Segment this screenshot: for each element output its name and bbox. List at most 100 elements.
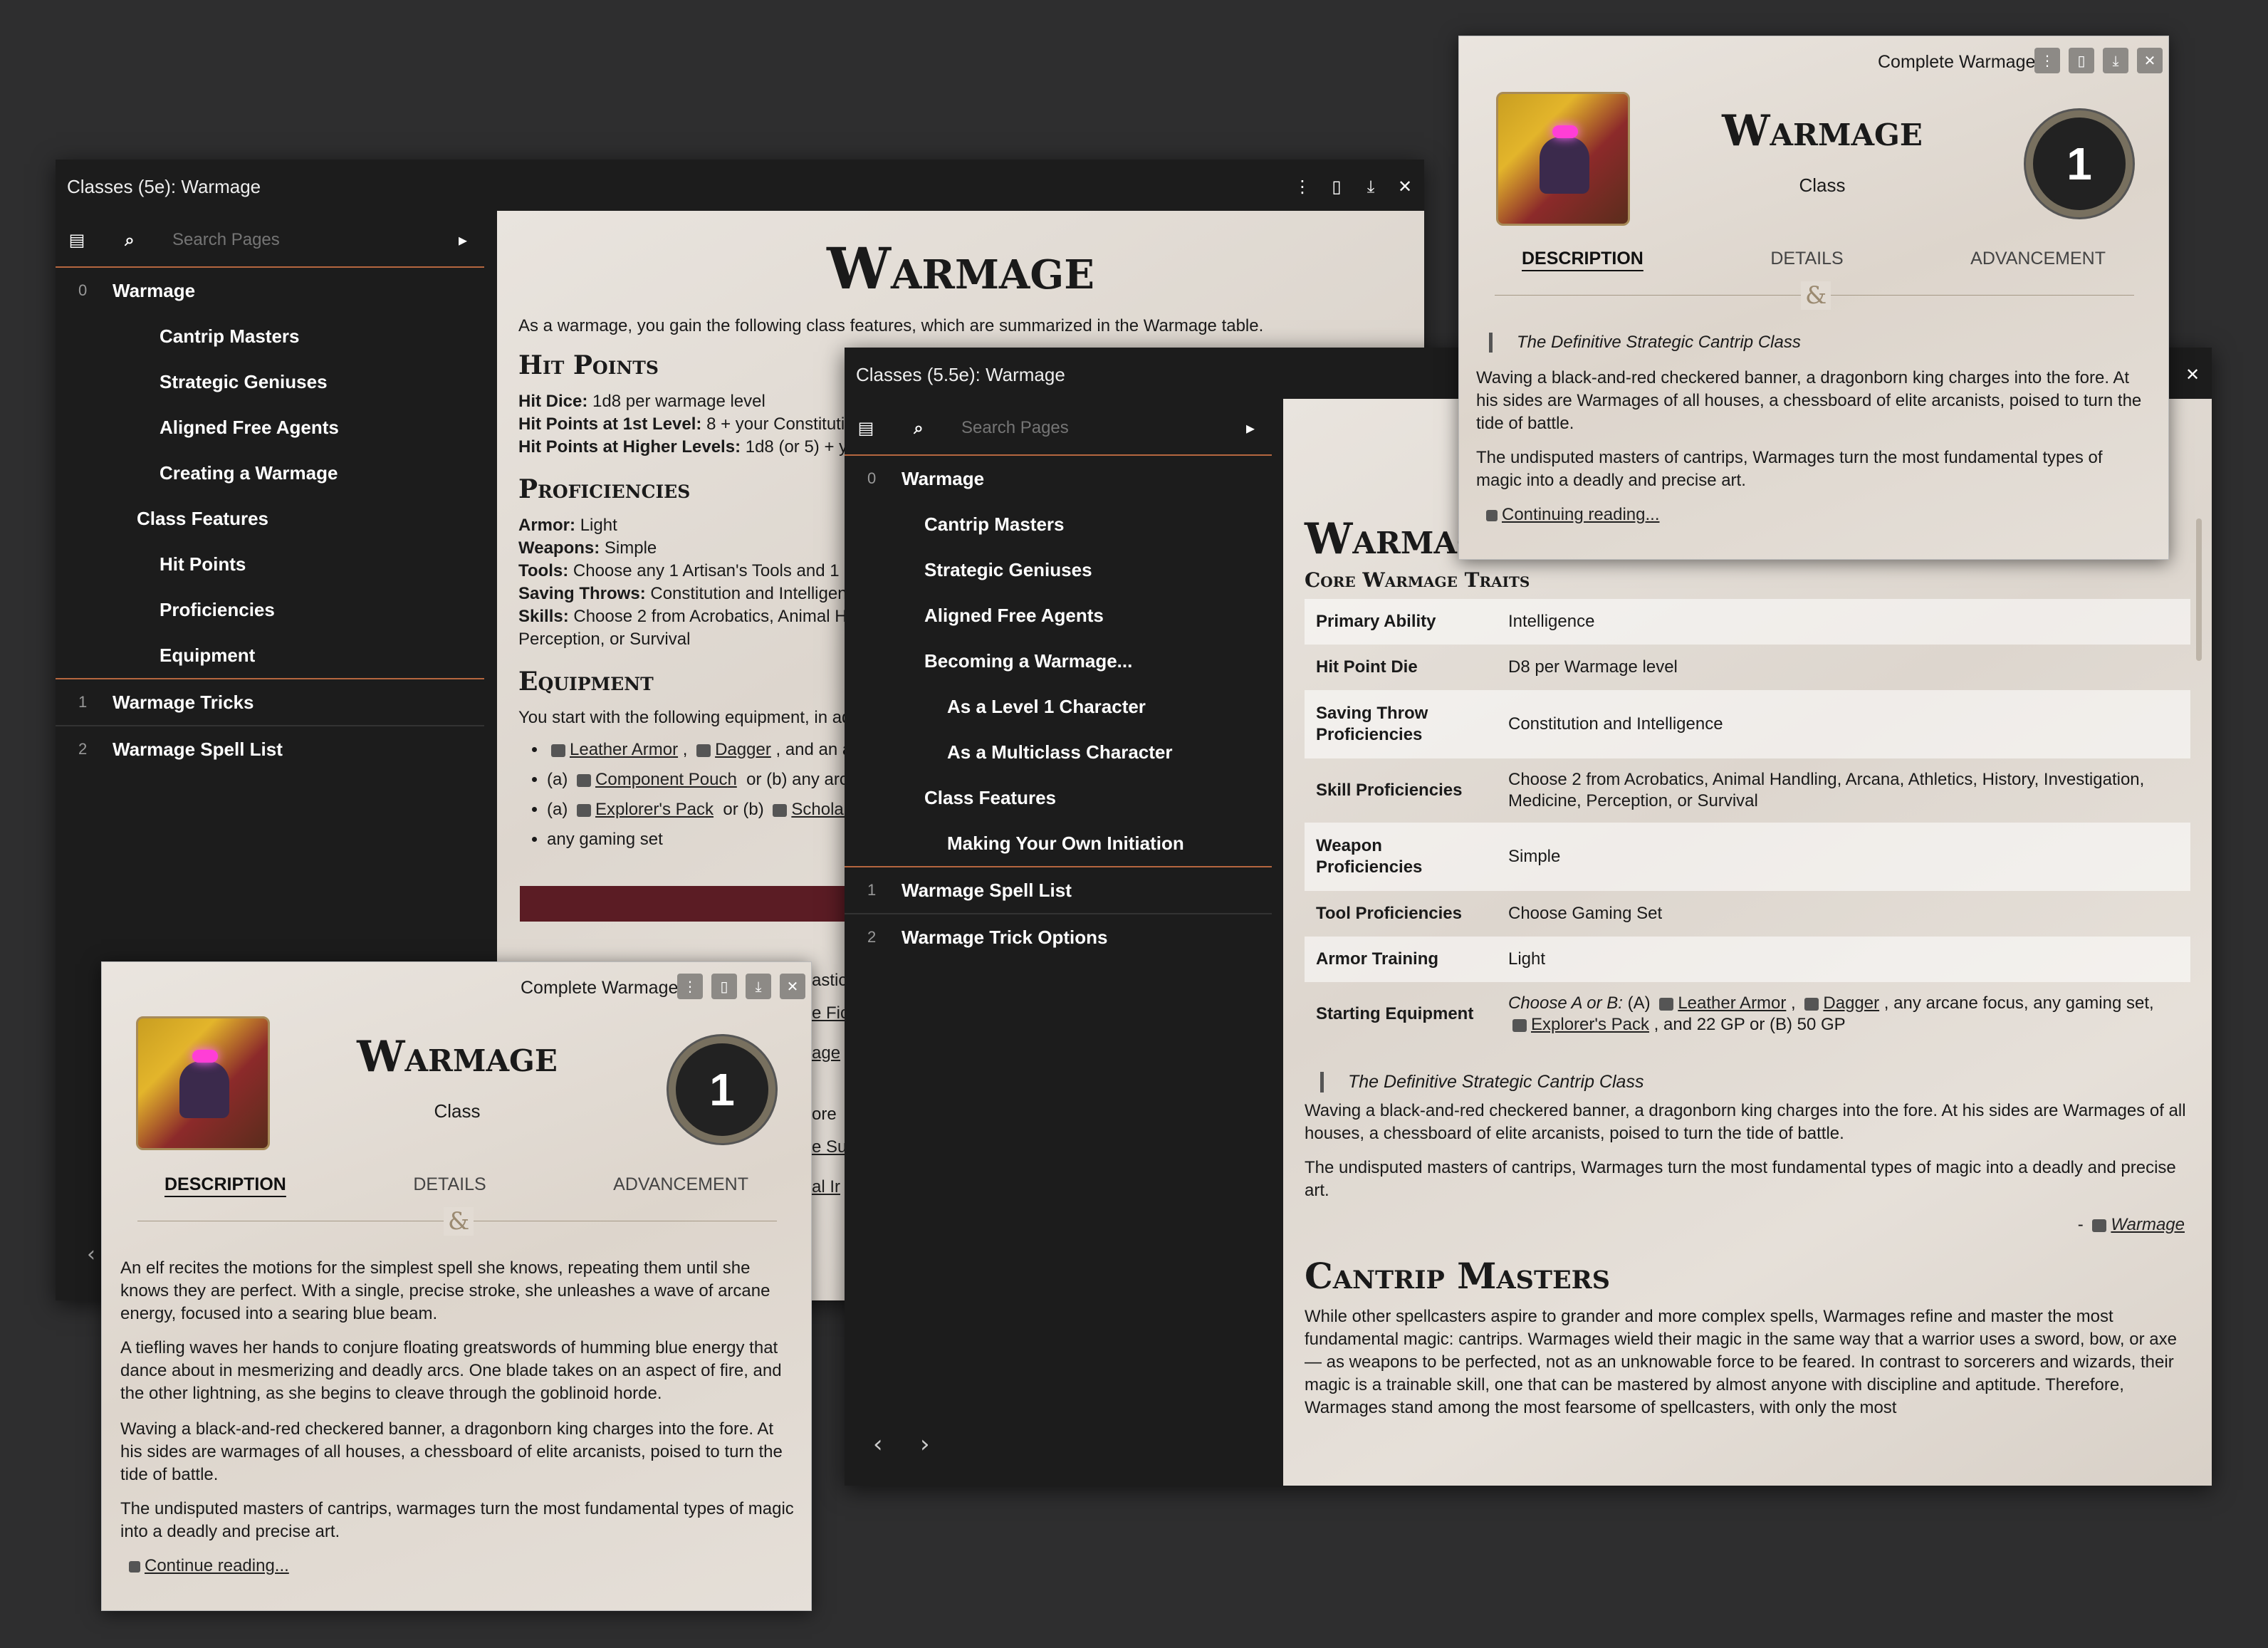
link-text[interactable]: Continue reading... bbox=[145, 1556, 289, 1575]
quote-title: The Definitive Strategic Cantrip Class bbox=[1320, 1072, 2190, 1092]
book-icon[interactable]: ▯ bbox=[2069, 48, 2094, 73]
tab-details[interactable]: DETAILS bbox=[1770, 249, 1843, 269]
nav-item-as-multiclass[interactable]: As a Multiclass Character bbox=[845, 729, 1272, 775]
link-text[interactable]: Continuing reading... bbox=[1502, 505, 1659, 524]
fragment: astic bbox=[812, 971, 847, 990]
nav-label: Aligned Free Agents bbox=[160, 416, 339, 438]
nav-label: As a Multiclass Character bbox=[947, 741, 1173, 763]
download-icon[interactable]: ⤓ bbox=[1363, 177, 1379, 197]
close-icon[interactable]: ✕ bbox=[1397, 177, 1413, 197]
expand-icon[interactable]: ▸ bbox=[453, 230, 473, 250]
close-icon[interactable]: ✕ bbox=[2185, 365, 2200, 385]
nav-item-warmage-tricks[interactable]: 1 Warmage Tricks bbox=[56, 679, 484, 725]
popup-paragraph: An elf recites the motions for the simpl… bbox=[120, 1258, 770, 1323]
quote-title: The Definitive Strategic Cantrip Class bbox=[1489, 333, 1801, 353]
link-explorers-pack[interactable]: Explorer's Pack bbox=[1531, 1015, 1649, 1034]
sidebar-toolbar: ▤ ⌕ ▸ bbox=[845, 402, 1272, 456]
search-input[interactable] bbox=[172, 224, 453, 256]
popup-warmage-top: Complete Warmage ⋮ ▯ ⤓ ✕ Warmage Class 1… bbox=[1458, 36, 2169, 560]
nav-label: Strategic Geniuses bbox=[160, 370, 328, 392]
nav-item-cantrip-masters[interactable]: Cantrip Masters bbox=[845, 501, 1272, 547]
sidebar-toggle-icon[interactable]: ▤ bbox=[67, 230, 87, 250]
search-input[interactable] bbox=[961, 412, 1240, 444]
nav-label: As a Level 1 Character bbox=[947, 695, 1146, 717]
trait-value: Choose A or B: (A) Leather Armor , Dagge… bbox=[1508, 994, 2154, 1034]
link-dagger[interactable]: Dagger bbox=[1823, 994, 1879, 1013]
nav-item-cantrip-masters[interactable]: Cantrip Masters bbox=[56, 313, 484, 359]
nav-item-becoming-a-warmage[interactable]: Becoming a Warmage... bbox=[845, 638, 1272, 684]
nav-item-warmage[interactable]: 0 Warmage bbox=[56, 268, 484, 313]
nav-item-equipment[interactable]: Equipment bbox=[56, 632, 484, 678]
link-dagger[interactable]: Dagger bbox=[715, 740, 771, 759]
tab-advancement[interactable]: ADVANCEMENT bbox=[1970, 249, 2106, 269]
nav-item-proficiencies[interactable]: Proficiencies bbox=[56, 587, 484, 632]
nav-item-hit-points[interactable]: Hit Points bbox=[56, 541, 484, 587]
link-explorers-pack[interactable]: Explorer's Pack bbox=[595, 800, 714, 819]
sidebar-toggle-icon[interactable]: ▤ bbox=[856, 418, 876, 438]
popup-paragraph: The undisputed masters of cantrips, warm… bbox=[120, 1499, 794, 1541]
nav-item-warmage-spell-list[interactable]: 2 Warmage Spell List bbox=[56, 726, 484, 772]
tab-details[interactable]: DETAILS bbox=[413, 1174, 486, 1195]
close-icon[interactable]: ✕ bbox=[780, 974, 805, 999]
nav-item-as-level-1[interactable]: As a Level 1 Character bbox=[845, 684, 1272, 729]
nav-item-creating-a-warmage[interactable]: Creating a Warmage bbox=[56, 450, 484, 496]
trait-key: Skill Proficiencies bbox=[1316, 781, 1463, 800]
kebab-menu-icon[interactable]: ⋮ bbox=[1294, 177, 1311, 197]
nav-item-warmage-trick-options[interactable]: 2 Warmage Trick Options bbox=[845, 914, 1272, 960]
link-component-pouch[interactable]: Component Pouch bbox=[595, 770, 737, 789]
tab-description[interactable]: DESCRIPTION bbox=[1522, 249, 1643, 269]
continue-reading-link[interactable]: Continue reading... bbox=[125, 1555, 289, 1577]
nav-label: Warmage Spell List bbox=[113, 738, 283, 760]
download-icon[interactable]: ⤓ bbox=[2103, 48, 2128, 73]
tab-advancement[interactable]: ADVANCEMENT bbox=[613, 1174, 748, 1195]
fragment[interactable]: e Su bbox=[812, 1131, 849, 1164]
nav-item-class-features[interactable]: Class Features bbox=[845, 775, 1272, 820]
next-page-icon[interactable]: › bbox=[920, 1430, 930, 1459]
link-leather-armor[interactable]: Leather Armor bbox=[570, 740, 678, 759]
ampersand-divider: & bbox=[137, 1207, 777, 1236]
expand-icon[interactable]: ▸ bbox=[1240, 418, 1260, 438]
nav-label: Making Your Own Initiation bbox=[947, 832, 1184, 854]
intro-text: As a warmage, you gain the following cla… bbox=[518, 316, 1264, 335]
scrollbar[interactable] bbox=[2196, 518, 2202, 661]
nav-item-warmage[interactable]: 0 Warmage bbox=[845, 456, 1272, 501]
book-icon[interactable]: ▯ bbox=[711, 974, 737, 999]
search-icon[interactable]: ⌕ bbox=[120, 230, 140, 250]
page-content: Warmage Core Warmage Traits Primary Abil… bbox=[1283, 399, 2212, 1486]
tab-description[interactable]: DESCRIPTION bbox=[164, 1174, 286, 1195]
prev-page-icon[interactable]: ‹ bbox=[87, 1242, 95, 1267]
link-warmage[interactable]: Warmage bbox=[2111, 1215, 2185, 1234]
nav-label: Warmage Spell List bbox=[902, 879, 1072, 901]
nav-item-strategic-geniuses[interactable]: Strategic Geniuses bbox=[845, 547, 1272, 593]
link-leather-armor[interactable]: Leather Armor bbox=[1678, 994, 1786, 1013]
nav-item-making-your-own-initiation[interactable]: Making Your Own Initiation bbox=[845, 820, 1272, 866]
field-text: (A) bbox=[1627, 994, 1651, 1013]
download-icon[interactable]: ⤓ bbox=[746, 974, 771, 999]
continue-reading-link[interactable]: Continuing reading... bbox=[1482, 504, 1659, 526]
traits-table: Primary Ability Intelligence Hit Point Di… bbox=[1305, 599, 2190, 1046]
sidebar: ▤ ⌕ ▸ 0 Warmage Cantrip Masters Strategic… bbox=[845, 402, 1272, 960]
field-label: Hit Points at 1st Level: bbox=[518, 414, 702, 434]
fragment[interactable]: al Ir bbox=[812, 1171, 849, 1204]
search-icon[interactable]: ⌕ bbox=[909, 418, 929, 438]
fragment[interactable]: e Fic bbox=[812, 997, 849, 1030]
kebab-menu-icon[interactable]: ⋮ bbox=[677, 974, 703, 999]
nav-list: 0 Warmage Cantrip Masters Strategic Geniu… bbox=[845, 456, 1272, 866]
fragment: ore bbox=[812, 1105, 837, 1124]
prev-page-icon[interactable]: ‹ bbox=[873, 1430, 883, 1459]
nav-label: Equipment bbox=[160, 644, 256, 666]
trait-value: Choose Gaming Set bbox=[1508, 904, 1663, 923]
close-icon[interactable]: ✕ bbox=[2137, 48, 2163, 73]
nav-item-class-features[interactable]: Class Features bbox=[56, 496, 484, 541]
nav-item-aligned-free-agents[interactable]: Aligned Free Agents bbox=[845, 593, 1272, 638]
kebab-menu-icon[interactable]: ⋮ bbox=[2034, 48, 2060, 73]
window-header[interactable]: Classes (5e): Warmage ⋮ ▯ ⤓ ✕ bbox=[56, 160, 1424, 214]
table-row: Tool Proficiencies Choose Gaming Set bbox=[1305, 891, 2190, 937]
nav-index: 0 bbox=[867, 469, 877, 487]
fragment[interactable]: age bbox=[812, 1037, 849, 1070]
book-icon[interactable]: ▯ bbox=[1329, 177, 1344, 197]
nav-item-strategic-geniuses[interactable]: Strategic Geniuses bbox=[56, 359, 484, 405]
sidebar: ▤ ⌕ ▸ 0 Warmage Cantrip Masters Strategic… bbox=[56, 214, 484, 772]
nav-item-warmage-spell-list[interactable]: 1 Warmage Spell List bbox=[845, 867, 1272, 913]
nav-item-aligned-free-agents[interactable]: Aligned Free Agents bbox=[56, 405, 484, 450]
